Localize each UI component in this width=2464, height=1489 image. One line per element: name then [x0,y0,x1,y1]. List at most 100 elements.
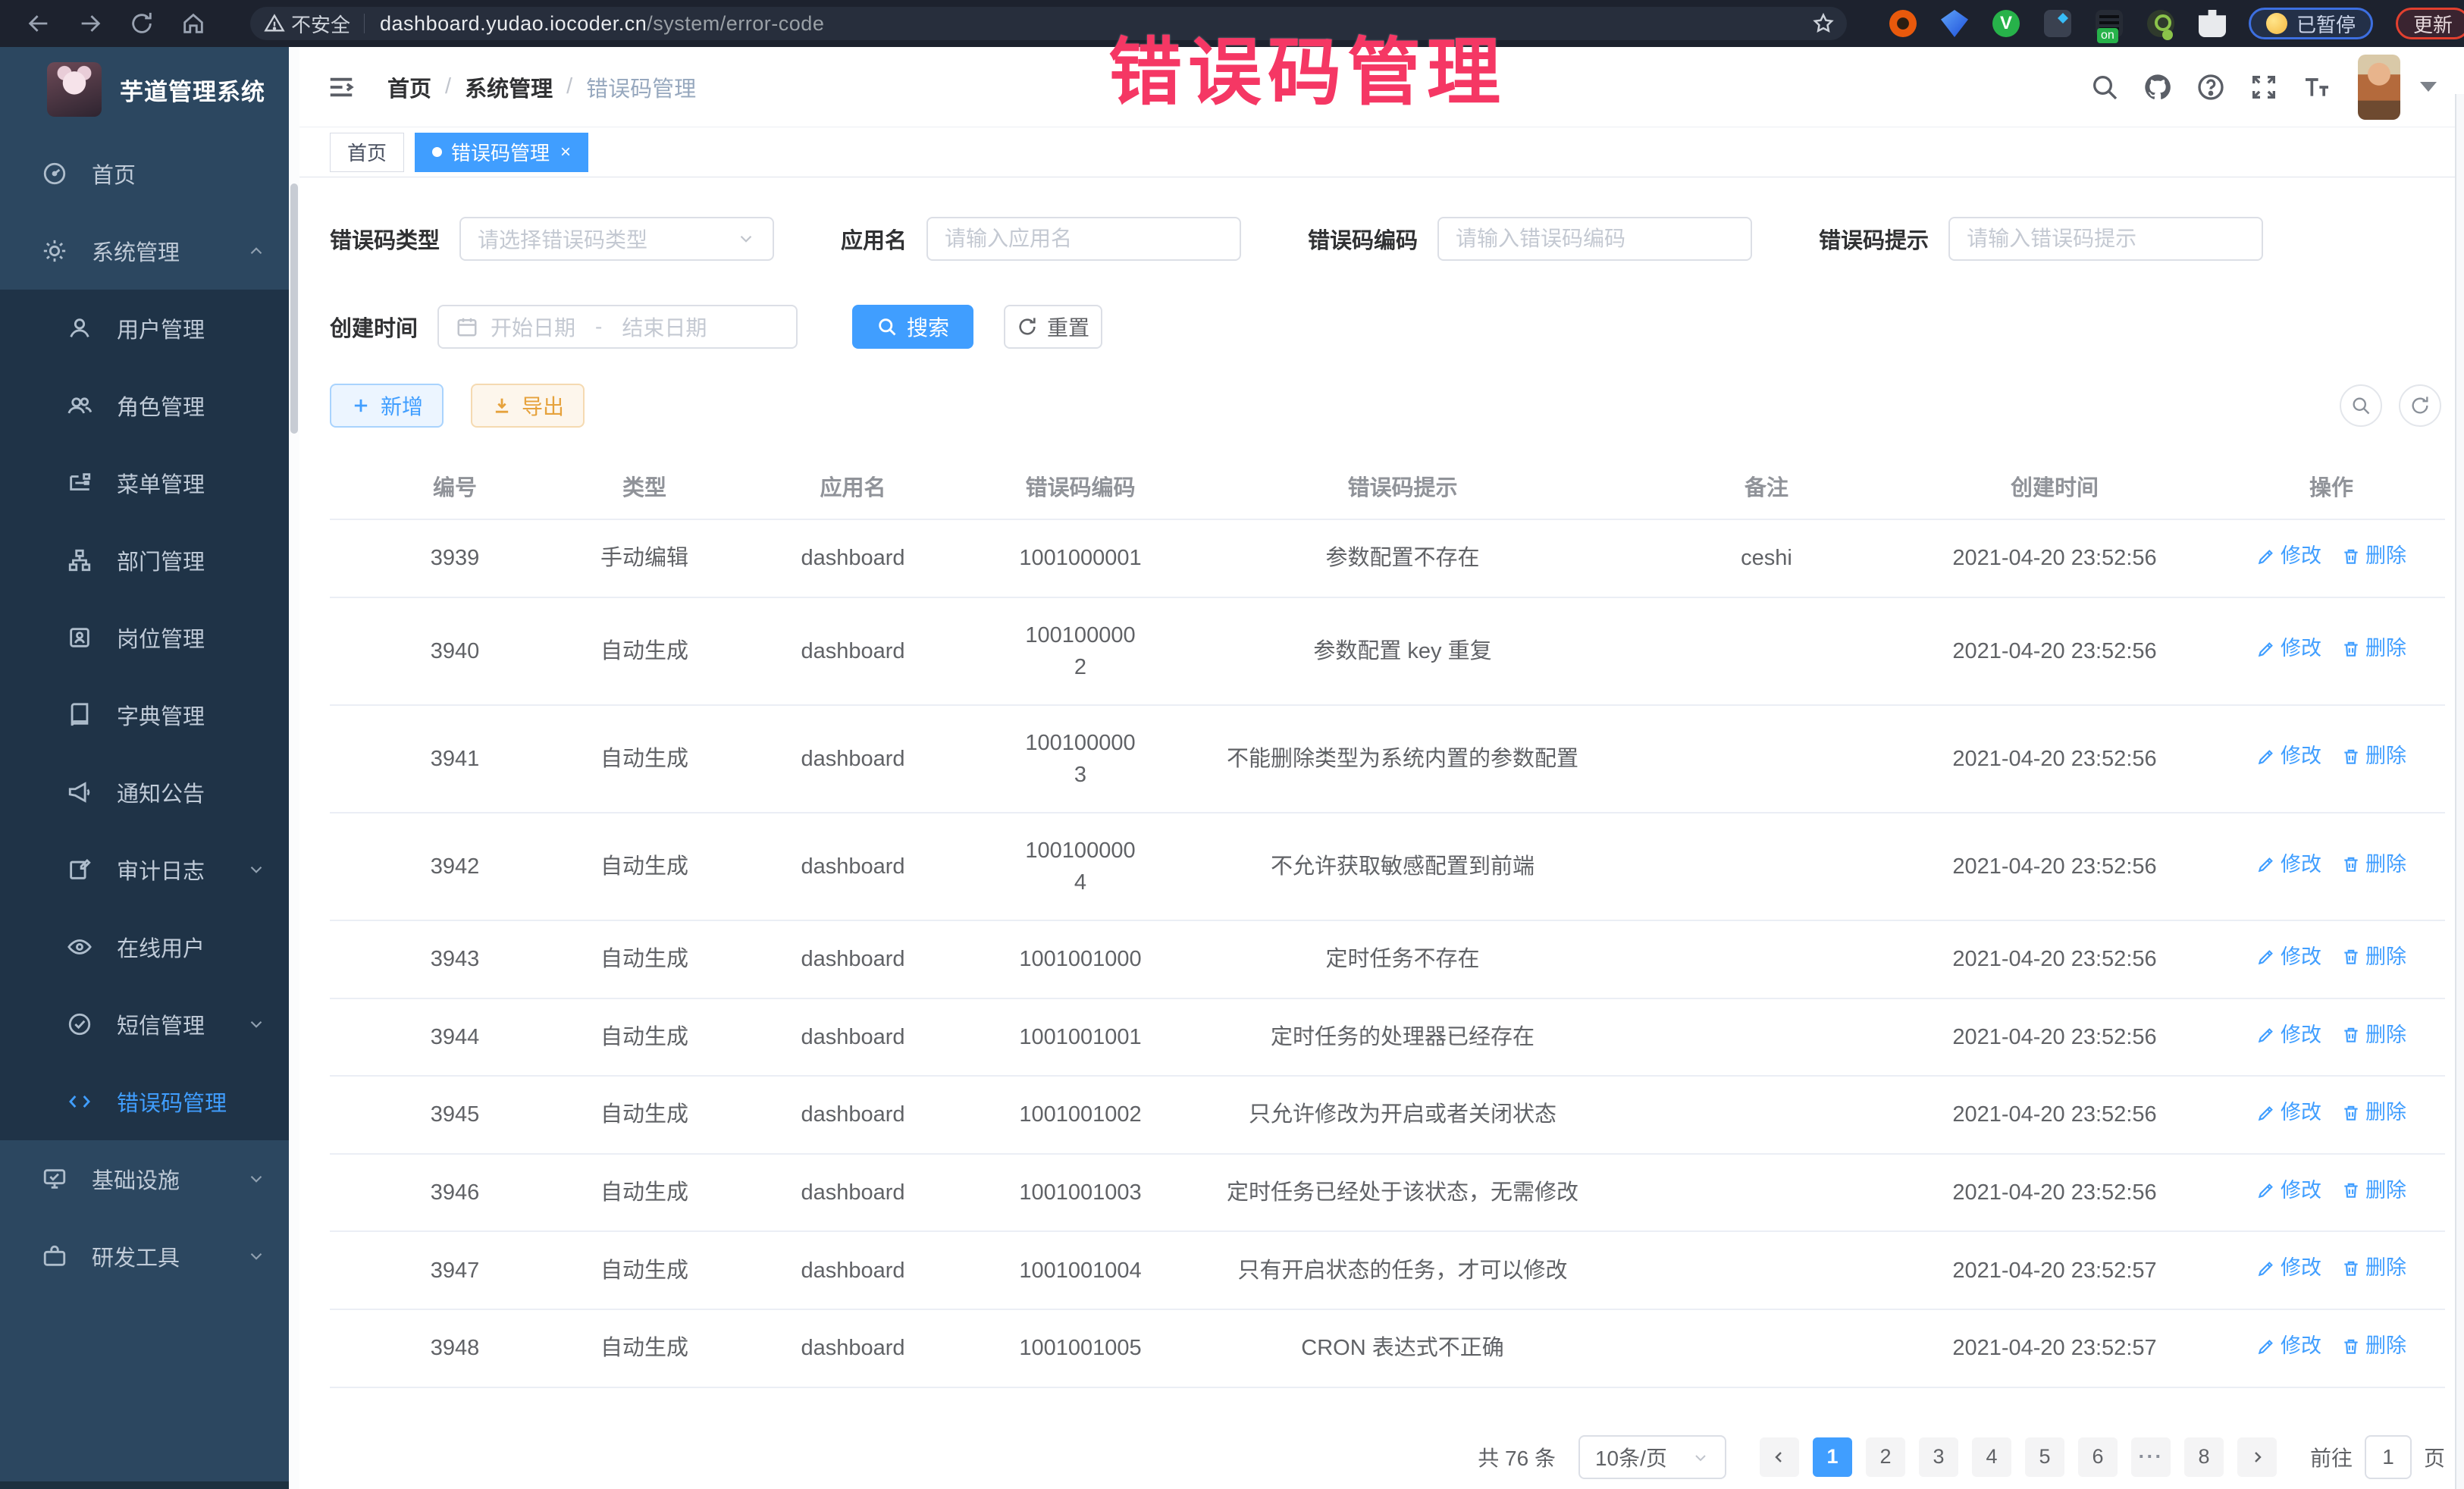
sidebar-item-14[interactable]: 研发工具 [0,1218,299,1295]
cell-memo [1641,597,1892,705]
sidebar-item-4[interactable]: 菜单管理 [0,444,299,522]
sidebar-scrollbar-thumb[interactable] [290,183,298,434]
tab-error-code[interactable]: 错误码管理× [415,133,588,172]
edit-link[interactable]: 修改 [2256,1331,2321,1361]
edit-link[interactable]: 修改 [2256,634,2321,663]
page-ellipsis[interactable]: ··· [2131,1437,2171,1477]
edit-link[interactable]: 修改 [2256,942,2321,972]
delete-link[interactable]: 删除 [2341,942,2406,972]
app-logo-row[interactable]: 芋道管理系统 [0,47,299,132]
browser-back-icon[interactable] [26,11,52,36]
prev-page-button[interactable] [1760,1437,1799,1477]
delete-link[interactable]: 删除 [2341,741,2406,771]
extensions-puzzle-icon[interactable] [2199,10,2226,37]
error-type-select[interactable]: 请选择错误码类型 [459,217,774,261]
error-code-input[interactable] [1456,227,1734,251]
browser-reload-icon[interactable] [129,11,155,36]
page-button-2[interactable]: 2 [1866,1437,1905,1477]
breadcrumb-system[interactable]: 系统管理 [465,71,553,103]
page-button-5[interactable]: 5 [2025,1437,2064,1477]
paused-badge[interactable]: 已暂停 [2249,8,2373,39]
error-hint-input[interactable] [1967,227,2245,251]
page-button-4[interactable]: 4 [1972,1437,2011,1477]
sidebar-item-0[interactable]: 首页 [0,135,299,212]
sidebar-item-9[interactable]: 审计日志 [0,831,299,908]
edit-link[interactable]: 修改 [2256,741,2321,771]
add-button[interactable]: 新增 [330,384,444,428]
delete-link[interactable]: 删除 [2341,1020,2406,1050]
extension-grid-icon[interactable] [2044,10,2071,37]
refresh-table-button[interactable] [2399,384,2441,427]
sidebar-item-12[interactable]: 错误码管理 [0,1063,299,1140]
browser-forward-icon[interactable] [77,11,103,36]
extension-orange-icon[interactable] [1889,10,1917,37]
tab-close-icon[interactable]: × [560,143,571,161]
browser-home-icon[interactable] [180,11,206,36]
toggle-search-button[interactable] [2340,384,2382,427]
edit-link[interactable]: 修改 [2256,1176,2321,1205]
github-icon[interactable] [2143,72,2173,102]
help-icon[interactable] [2196,72,2226,102]
reset-button[interactable]: 重置 [1004,305,1102,349]
header-search-icon[interactable] [2089,72,2120,102]
sidebar-toggle-icon[interactable] [327,73,356,102]
delete-link[interactable]: 删除 [2341,634,2406,663]
update-button[interactable]: 更新 [2396,8,2464,39]
sidebar-item-7[interactable]: 字典管理 [0,676,299,754]
extension-key-icon[interactable] [2147,10,2174,37]
date-range-picker[interactable]: 开始日期 - 结束日期 [437,305,798,349]
user-avatar[interactable] [2358,55,2400,120]
sidebar-item-13[interactable]: 基础设施 [0,1140,299,1218]
sidebar-item-2[interactable]: 用户管理 [0,290,299,367]
breadcrumb-home[interactable]: 首页 [387,71,431,103]
total-count: 共 76 条 [1478,1442,1556,1472]
chevron-up-icon [246,241,266,261]
page-size-select[interactable]: 10条/页 [1578,1435,1726,1479]
extension-gem-icon[interactable] [1941,10,1968,37]
edit-link[interactable]: 修改 [2256,541,2321,571]
goto-page-input[interactable] [2365,1435,2412,1479]
cell-time: 2021-04-20 23:52:56 [1892,1154,2218,1232]
cell-app: dashboard [709,1309,997,1387]
app-name-input[interactable] [945,227,1223,251]
sidebar-item-10[interactable]: 在线用户 [0,908,299,986]
tags-view-bar: 首页 错误码管理× [299,127,2464,177]
export-button[interactable]: 导出 [471,384,585,428]
delete-link[interactable]: 删除 [2341,1331,2406,1361]
delete-link[interactable]: 删除 [2341,850,2406,879]
avatar-caret-icon[interactable] [2420,82,2437,92]
page-button-6[interactable]: 6 [2078,1437,2118,1477]
delete-link[interactable]: 删除 [2341,1253,2406,1283]
search-button[interactable]: 搜索 [852,305,973,349]
page-button-8[interactable]: 8 [2184,1437,2224,1477]
cell-code: 100100000 4 [997,813,1164,920]
cell-type: 自动生成 [580,705,709,813]
filter-row-2: 创建时间 开始日期 - 结束日期 搜索 重置 [330,305,2441,349]
delete-link[interactable]: 删除 [2341,1176,2406,1205]
sidebar-item-8[interactable]: 通知公告 [0,754,299,831]
sidebar-item-1[interactable]: 系统管理 [0,212,299,290]
edit-link[interactable]: 修改 [2256,1253,2321,1283]
edit-link[interactable]: 修改 [2256,850,2321,879]
page-button-1[interactable]: 1 [1813,1437,1852,1477]
page-content: 错误码类型 请选择错误码类型 应用名 错误码编码 [299,177,2464,1479]
sidebar-item-3[interactable]: 角色管理 [0,367,299,444]
edit-link[interactable]: 修改 [2256,1020,2321,1050]
bookmark-star-icon[interactable] [1812,12,1835,35]
edit-link[interactable]: 修改 [2256,1098,2321,1127]
font-size-icon[interactable] [2302,72,2332,102]
fullscreen-icon[interactable] [2249,72,2279,102]
page-button-3[interactable]: 3 [1919,1437,1958,1477]
extension-green-check-icon[interactable]: V [1992,10,2020,37]
delete-link[interactable]: 删除 [2341,1098,2406,1127]
sidebar-item-5[interactable]: 部门管理 [0,522,299,599]
tab-home[interactable]: 首页 [330,133,404,172]
extension-switch-on-icon[interactable] [2096,10,2123,37]
sidebar-item-6[interactable]: 岗位管理 [0,599,299,676]
infrastructure-icon [42,1166,67,1192]
sidebar-scrollbar[interactable] [289,47,299,1489]
next-page-button[interactable] [2237,1437,2277,1477]
address-bar[interactable]: 不安全 dashboard.yudao.iocoder.cn/system/er… [250,7,1847,40]
delete-link[interactable]: 删除 [2341,541,2406,571]
sidebar-item-11[interactable]: 短信管理 [0,986,299,1063]
